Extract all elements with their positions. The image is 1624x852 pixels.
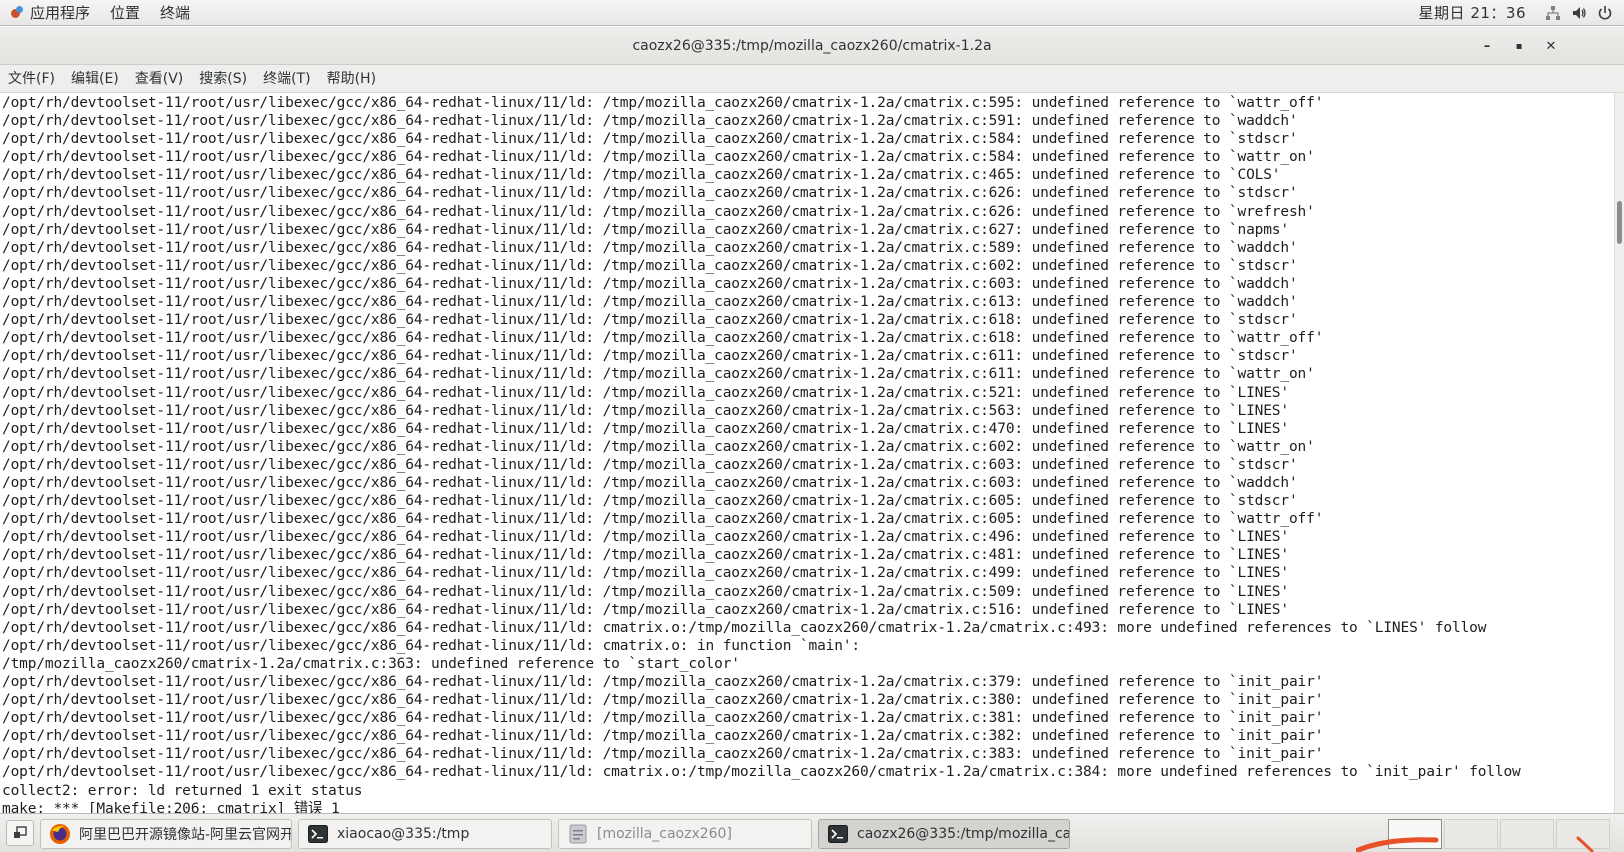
terminal-line: /opt/rh/devtoolset-11/root/usr/libexec/g… (2, 348, 1298, 365)
terminal-line: /opt/rh/devtoolset-11/root/usr/libexec/g… (2, 493, 1298, 510)
terminal-line: /opt/rh/devtoolset-11/root/usr/libexec/g… (2, 330, 1324, 347)
file-manager-icon (567, 823, 589, 845)
terminal-line: /opt/rh/devtoolset-11/root/usr/libexec/g… (2, 619, 1487, 636)
terminal-line: /opt/rh/devtoolset-11/root/usr/libexec/g… (2, 275, 1298, 292)
terminal-line: /opt/rh/devtoolset-11/root/usr/libexec/g… (2, 547, 1289, 564)
terminal-line: /opt/rh/devtoolset-11/root/usr/libexec/g… (2, 529, 1289, 546)
applications-menu-label: 应用程序 (30, 4, 91, 22)
task-file-manager[interactable]: [mozilla_caozx260] (558, 819, 812, 849)
terminal-line: /opt/rh/devtoolset-11/root/usr/libexec/g… (2, 692, 1324, 709)
terminal-line: /opt/rh/devtoolset-11/root/usr/libexec/g… (2, 257, 1298, 274)
power-icon[interactable] (1592, 0, 1618, 26)
terminal-line: /opt/rh/devtoolset-11/root/usr/libexec/g… (2, 746, 1324, 763)
task-label: 阿里巴巴开源镜像站-阿里云官网开... (79, 827, 292, 843)
terminal-line: /opt/rh/devtoolset-11/root/usr/libexec/g… (2, 601, 1289, 618)
menu-help[interactable]: 帮助(H) (319, 65, 384, 93)
terminal-line: /opt/rh/devtoolset-11/root/usr/libexec/g… (2, 221, 1289, 238)
show-desktop-button[interactable] (6, 820, 34, 846)
terminal-line: /opt/rh/devtoolset-11/root/usr/libexec/g… (2, 565, 1289, 582)
window-title: caozx26@335:/tmp/mozilla_caozx260/cmatri… (632, 37, 992, 54)
close-button[interactable]: ✕ (1540, 35, 1562, 57)
terminal-line: make: *** [Makefile:206: cmatrix] 错误 1 (2, 800, 340, 813)
terminal-line: /opt/rh/devtoolset-11/root/usr/libexec/g… (2, 583, 1289, 600)
terminal-line: /opt/rh/devtoolset-11/root/usr/libexec/g… (2, 113, 1298, 130)
terminal-line: /opt/rh/devtoolset-11/root/usr/libexec/g… (2, 710, 1324, 727)
minimize-button[interactable]: – (1476, 35, 1498, 57)
menu-file[interactable]: 文件(F) (0, 65, 63, 93)
terminal-icon (307, 823, 329, 845)
places-menu-label: 位置 (110, 4, 141, 22)
terminal-app-menu[interactable]: 终端 (150, 0, 200, 26)
terminal-line: /opt/rh/devtoolset-11/root/usr/libexec/g… (2, 456, 1298, 473)
volume-icon[interactable] (1566, 0, 1592, 26)
terminal-output[interactable]: /opt/rh/devtoolset-11/root/usr/libexec/g… (0, 93, 1614, 813)
terminal-line: /opt/rh/devtoolset-11/root/usr/libexec/g… (2, 203, 1315, 220)
task-firefox[interactable]: 阿里巴巴开源镜像站-阿里云官网开... (40, 819, 292, 849)
show-desktop-icon (14, 826, 27, 838)
task-terminal-caozx[interactable]: caozx26@335:/tmp/mozilla_caozx-... (818, 819, 1070, 849)
menu-edit[interactable]: 编辑(E) (63, 65, 127, 93)
scrollbar-thumb[interactable] (1617, 201, 1622, 244)
window-titlebar[interactable]: caozx26@335:/tmp/mozilla_caozx260/cmatri… (0, 27, 1624, 65)
network-icon[interactable] (1540, 0, 1566, 26)
terminal-line: /opt/rh/devtoolset-11/root/usr/libexec/g… (2, 185, 1298, 202)
menu-view[interactable]: 查看(V) (127, 65, 192, 93)
terminal-line: /tmp/mozilla_caozx260/cmatrix-1.2a/cmatr… (2, 655, 740, 672)
terminal-line: /opt/rh/devtoolset-11/root/usr/libexec/g… (2, 402, 1289, 419)
terminal-line: /opt/rh/devtoolset-11/root/usr/libexec/g… (2, 95, 1324, 111)
terminal-line: /opt/rh/devtoolset-11/root/usr/libexec/g… (2, 149, 1315, 166)
menubar: 文件(F) 编辑(E) 查看(V) 搜索(S) 终端(T) 帮助(H) (0, 65, 1624, 93)
firefox-icon (49, 823, 71, 845)
terminal-line: /opt/rh/devtoolset-11/root/usr/libexec/g… (2, 384, 1289, 401)
applications-menu[interactable]: 应用程序 (0, 0, 100, 26)
task-label: caozx26@335:/tmp/mozilla_caozx-... (857, 826, 1070, 842)
terminal-icon (827, 823, 849, 845)
terminal-line: /opt/rh/devtoolset-11/root/usr/libexec/g… (2, 294, 1298, 311)
terminal-line: /opt/rh/devtoolset-11/root/usr/libexec/g… (2, 420, 1289, 437)
terminal-scrollbar[interactable] (1614, 93, 1624, 813)
maximize-button[interactable]: ▪ (1508, 35, 1530, 57)
terminal-line: /opt/rh/devtoolset-11/root/usr/libexec/g… (2, 637, 860, 654)
task-label: [mozilla_caozx260] (597, 826, 732, 842)
terminal-line: collect2: error: ld returned 1 exit stat… (2, 782, 363, 799)
task-terminal-xiaocao[interactable]: xiaocao@335:/tmp (298, 819, 552, 849)
terminal-line: /opt/rh/devtoolset-11/root/usr/libexec/g… (2, 366, 1315, 383)
clock[interactable]: 星期日 21：36 (1419, 2, 1540, 23)
terminal-line: /opt/rh/devtoolset-11/root/usr/libexec/g… (2, 312, 1298, 329)
terminal-app-menu-label: 终端 (160, 4, 191, 22)
terminal-line: /opt/rh/devtoolset-11/root/usr/libexec/g… (2, 438, 1315, 455)
terminal-line: /opt/rh/devtoolset-11/root/usr/libexec/g… (2, 674, 1324, 690)
places-menu[interactable]: 位置 (100, 0, 150, 26)
terminal-line: /opt/rh/devtoolset-11/root/usr/libexec/g… (2, 474, 1298, 491)
terminal-line: /opt/rh/devtoolset-11/root/usr/libexec/g… (2, 764, 1521, 781)
terminal-line: /opt/rh/devtoolset-11/root/usr/libexec/g… (2, 167, 1281, 184)
terminal-lines: /opt/rh/devtoolset-11/root/usr/libexec/g… (2, 94, 1521, 813)
terminal-line: /opt/rh/devtoolset-11/root/usr/libexec/g… (2, 131, 1298, 148)
terminal-line: /opt/rh/devtoolset-11/root/usr/libexec/g… (2, 728, 1324, 745)
terminal-line: /opt/rh/devtoolset-11/root/usr/libexec/g… (2, 511, 1324, 528)
terminal-line: /opt/rh/devtoolset-11/root/usr/libexec/g… (2, 239, 1298, 256)
applications-icon (10, 5, 24, 20)
menu-terminal[interactable]: 终端(T) (255, 65, 318, 93)
annotation-stroke (1356, 836, 1594, 852)
menu-search[interactable]: 搜索(S) (191, 65, 255, 93)
top-panel: 应用程序 位置 终端 星期日 21：36 (0, 0, 1624, 26)
task-label: xiaocao@335:/tmp (337, 826, 470, 842)
